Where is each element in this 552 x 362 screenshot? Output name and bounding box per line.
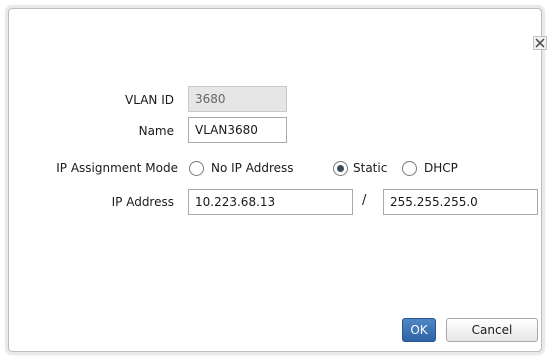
radio-static-label[interactable]: Static <box>353 160 387 176</box>
name-label: Name <box>138 124 174 138</box>
subnet-separator: / <box>362 193 367 208</box>
radio-no-ip-address-label[interactable]: No IP Address <box>211 160 294 176</box>
vlan-id-label: VLAN ID <box>125 93 174 107</box>
radio-dhcp-label[interactable]: DHCP <box>424 160 458 176</box>
radio-no-ip-address[interactable] <box>189 161 204 176</box>
vlan-dialog <box>8 8 547 352</box>
cancel-button[interactable]: Cancel <box>446 318 538 342</box>
radio-selected-dot <box>337 165 344 172</box>
ip-assignment-mode-label: IP Assignment Mode <box>56 161 178 175</box>
subnet-mask-field[interactable]: 255.255.255.0 <box>383 189 538 215</box>
ok-button[interactable]: OK <box>402 318 436 342</box>
name-field[interactable]: VLAN3680 <box>188 117 287 143</box>
ip-address-field[interactable]: 10.223.68.13 <box>188 189 353 215</box>
radio-static[interactable] <box>333 161 348 176</box>
close-icon[interactable] <box>533 36 547 50</box>
radio-dhcp[interactable] <box>402 161 417 176</box>
vlan-id-field: 3680 <box>188 86 287 112</box>
ip-address-label: IP Address <box>111 195 174 209</box>
